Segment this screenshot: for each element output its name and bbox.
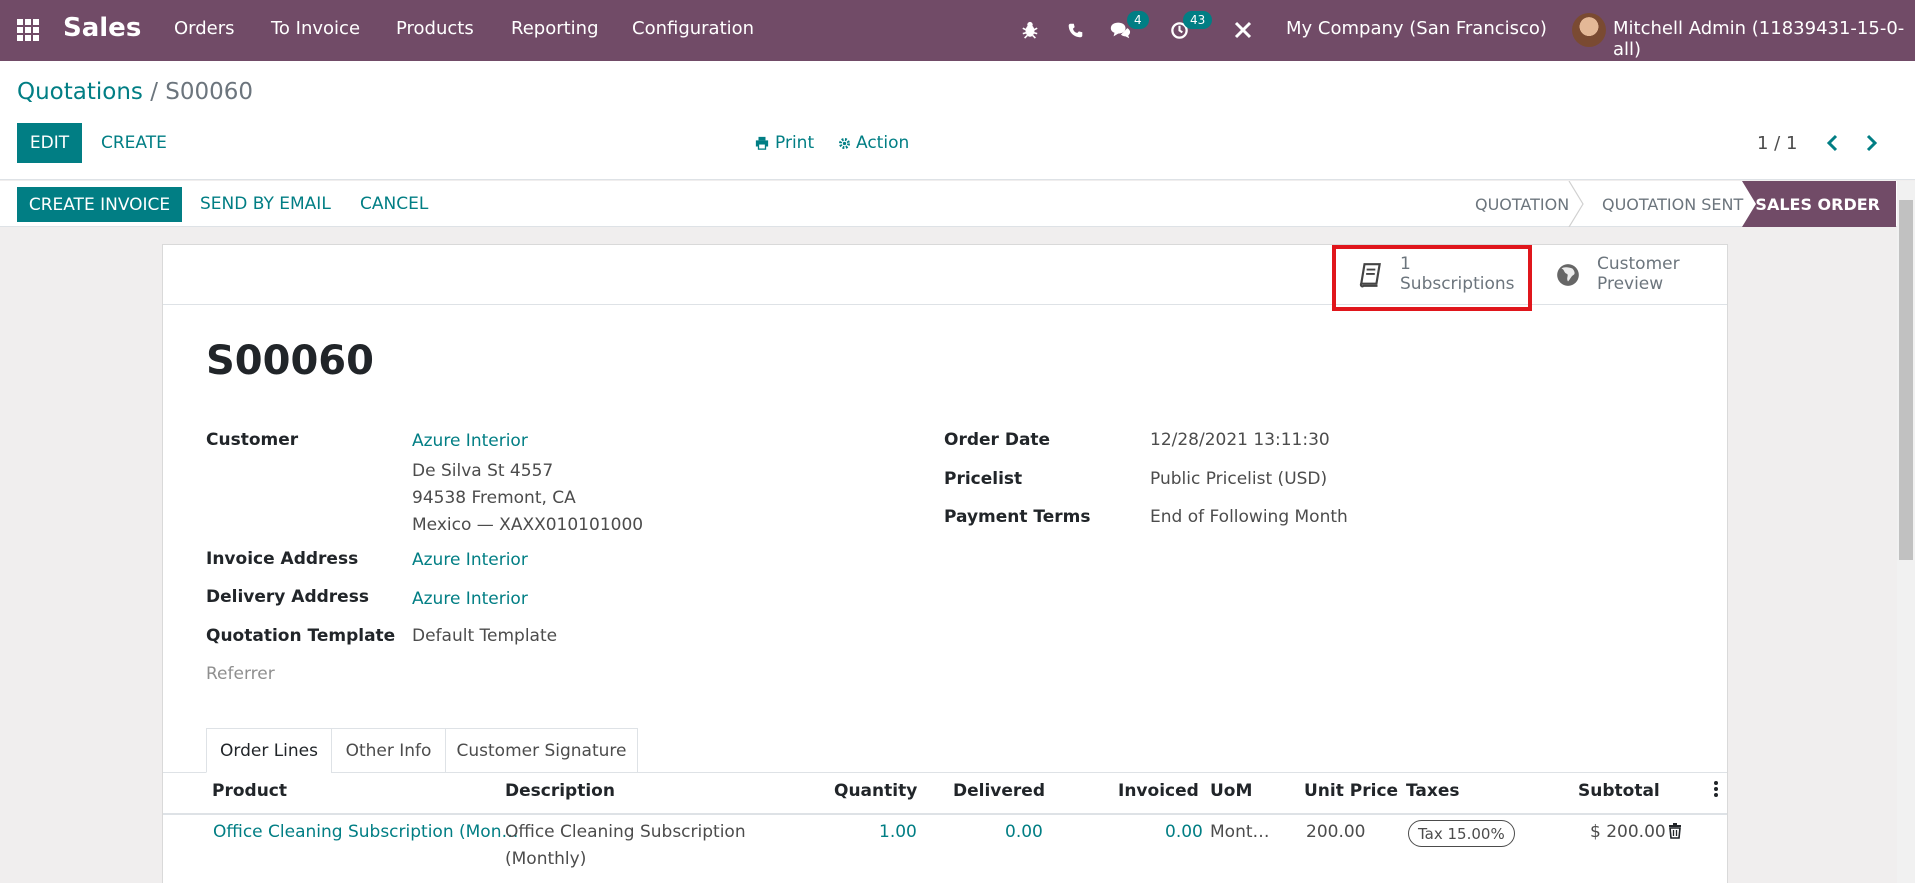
activities-badge: 43 [1183,11,1213,29]
table-header-divider [163,813,1727,815]
user-avatar[interactable] [1572,13,1606,47]
menu-products[interactable]: Products [396,18,474,39]
customer-preview-smart-button[interactable]: Customer Preview [1553,245,1680,305]
line-subtotal: $ 200.00 [1590,822,1666,842]
customer-country-vat: Mexico — XAXX010101000 [412,515,644,535]
stage-quotation[interactable]: QUOTATION [1475,195,1569,214]
print-button[interactable]: Print [755,133,814,153]
line-tax-tag[interactable]: Tax 15.00% [1408,820,1515,847]
column-options-icon[interactable] [1714,780,1718,803]
pager-next-icon[interactable] [1864,133,1878,159]
payment-terms-value: End of Following Month [1150,507,1348,527]
send-by-email-button[interactable]: SEND BY EMAIL [200,194,331,214]
control-panel: Quotations / S00060 EDIT CREATE Print Ac… [0,61,1915,180]
stage-sales-order: SALES ORDER [1742,181,1896,227]
order-title: S00060 [206,338,374,384]
create-button[interactable]: CREATE [101,133,167,153]
delivery-address-label: Delivery Address [206,587,369,607]
user-menu[interactable]: Mitchell Admin (11839431-15-0-all) [1613,18,1915,60]
phone-icon[interactable] [1062,17,1088,43]
form-sheet: 1 Subscriptions Customer Preview [162,244,1728,883]
tab-other-info[interactable]: Other Info [331,728,446,773]
stage-separator [1568,181,1584,227]
pager-value[interactable]: 1 / 1 [1757,133,1797,154]
trash-icon[interactable] [1668,823,1682,844]
globe-icon [1553,260,1583,290]
line-unit-price[interactable]: 200.00 [1306,822,1365,842]
page-scrollbar-thumb[interactable] [1899,200,1913,560]
column-delivered[interactable]: Delivered [953,781,1045,801]
action-label: Action [856,133,910,153]
line-description-2[interactable]: (Monthly) [505,849,586,869]
customer-preview-line2: Preview [1597,274,1664,294]
column-unit-price[interactable]: Unit Price [1304,781,1398,801]
column-quantity[interactable]: Quantity [834,781,917,801]
breadcrumb: Quotations / S00060 [17,79,253,105]
edit-button[interactable]: EDIT [17,123,82,163]
apps-menu-icon[interactable] [17,19,39,41]
customer-link[interactable]: Azure Interior [412,431,528,451]
line-quantity[interactable]: 1.00 [879,822,917,842]
column-invoiced[interactable]: Invoiced [1118,781,1199,801]
breadcrumb-separator: / [150,79,158,105]
menu-to-invoice[interactable]: To Invoice [271,18,360,39]
menu-configuration[interactable]: Configuration [632,18,754,39]
app-name[interactable]: Sales [63,13,141,43]
column-description[interactable]: Description [505,781,615,801]
line-uom[interactable]: Mont… [1210,822,1270,842]
column-taxes[interactable]: Taxes [1406,781,1460,801]
customer-street: De Silva St 4557 [412,461,554,481]
customer-preview-text: Customer Preview [1597,255,1680,294]
top-navbar: Sales Orders To Invoice Products Reporti… [0,0,1915,61]
order-date-label: Order Date [944,430,1051,450]
menu-reporting[interactable]: Reporting [511,18,599,39]
gear-icon [838,137,851,150]
create-invoice-button[interactable]: CREATE INVOICE [17,187,182,222]
column-subtotal[interactable]: Subtotal [1578,781,1660,801]
tab-order-lines[interactable]: Order Lines [206,728,332,773]
customer-label: Customer [206,430,299,450]
printer-icon [755,136,769,150]
stage-quotation-sent[interactable]: QUOTATION SENT [1602,195,1743,214]
menu-orders[interactable]: Orders [174,18,235,39]
messages-badge: 4 [1127,11,1149,29]
quotation-template-label: Quotation Template [206,626,396,646]
invoice-address-link[interactable]: Azure Interior [412,550,528,570]
delivery-address-link[interactable]: Azure Interior [412,589,528,609]
invoice-address-label: Invoice Address [206,549,359,569]
referrer-label: Referrer [206,664,275,684]
pricelist-label: Pricelist [944,469,1023,489]
tools-icon[interactable] [1230,17,1256,43]
line-delivered[interactable]: 0.00 [1005,822,1043,842]
cancel-button[interactable]: CANCEL [360,194,428,214]
status-bar: CREATE INVOICE SEND BY EMAIL CANCEL QUOT… [0,181,1900,227]
subscriptions-highlight-box [1332,245,1532,311]
column-product[interactable]: Product [212,781,287,801]
column-uom[interactable]: UoM [1210,781,1252,801]
pager-previous-icon[interactable] [1826,133,1840,159]
pricelist-value: Public Pricelist (USD) [1150,469,1328,489]
tab-customer-signature[interactable]: Customer Signature [445,728,638,773]
customer-city: 94538 Fremont, CA [412,488,576,508]
line-description-1[interactable]: Office Cleaning Subscription [505,822,746,842]
quotation-template-value: Default Template [412,626,558,646]
print-label: Print [775,133,815,153]
payment-terms-label: Payment Terms [944,507,1091,527]
company-switcher[interactable]: My Company (San Francisco) [1286,18,1547,39]
line-product[interactable]: Office Cleaning Subscription (Mon… [213,822,518,842]
line-invoiced[interactable]: 0.00 [1165,822,1203,842]
action-button[interactable]: Action [838,133,909,153]
breadcrumb-current: S00060 [165,79,254,105]
order-date-value: 12/28/2021 13:11:30 [1150,430,1330,450]
breadcrumb-quotations[interactable]: Quotations [17,79,143,105]
debug-bug-icon[interactable] [1017,17,1043,43]
customer-preview-line1: Customer [1597,254,1680,275]
